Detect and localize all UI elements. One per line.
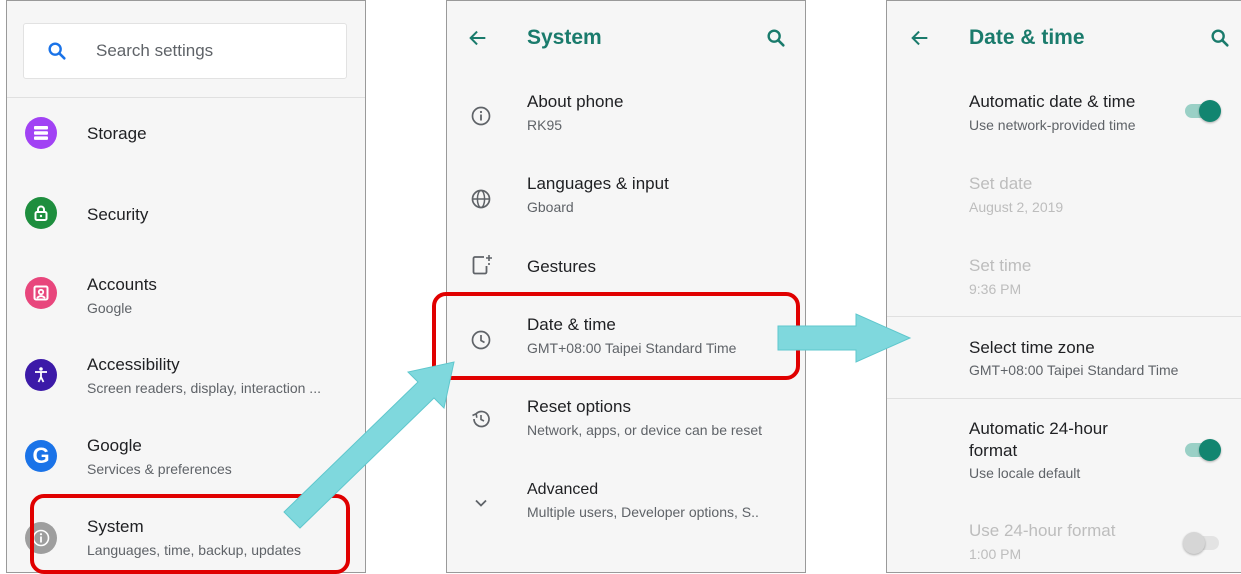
setting-label-line1: Automatic 24-hour bbox=[969, 419, 1108, 438]
auto-date-time-toggle[interactable] bbox=[1185, 100, 1221, 122]
setting-label: Select time zone bbox=[969, 338, 1095, 357]
system-panel: System About phone RK95 Languages & inpu… bbox=[446, 0, 806, 573]
setting-subtitle: August 2, 2019 bbox=[969, 199, 1064, 215]
system-item-subtitle: Gboard bbox=[527, 199, 574, 215]
use-24-hour-setting: Use 24-hour format 1:00 PM bbox=[887, 513, 1241, 572]
system-item-about-phone[interactable]: About phone RK95 bbox=[447, 85, 805, 151]
settings-item-subtitle: Google bbox=[87, 300, 133, 316]
setting-label: Set date bbox=[969, 174, 1033, 193]
system-item-advanced[interactable]: Advanced Multiple users, Developer optio… bbox=[447, 471, 805, 537]
globe-icon bbox=[471, 189, 491, 209]
account-box-icon bbox=[25, 277, 57, 309]
gestures-icon bbox=[472, 255, 492, 275]
settings-item-label: Security bbox=[87, 205, 149, 224]
set-date-setting: Set date August 2, 2019 bbox=[887, 167, 1241, 233]
settings-item-google[interactable]: G Google Services & preferences bbox=[7, 426, 365, 490]
settings-item-subtitle: Services & preferences bbox=[87, 461, 232, 477]
divider bbox=[887, 316, 1241, 317]
auto-24-hour-setting[interactable]: Automatic 24-hour format Use locale defa… bbox=[887, 411, 1241, 491]
system-item-label: Advanced bbox=[527, 481, 599, 498]
search-icon[interactable] bbox=[765, 27, 787, 49]
auto-date-time-setting[interactable]: Automatic date & time Use network-provid… bbox=[887, 85, 1241, 151]
chevron-down-icon bbox=[475, 499, 487, 507]
select-time-zone-setting[interactable]: Select time zone GMT+08:00 Taipei Standa… bbox=[887, 331, 1241, 397]
page-title: Date & time bbox=[969, 26, 1085, 49]
search-placeholder: Search settings bbox=[96, 41, 214, 60]
datetime-panel: Date & time Automatic date & time Use ne… bbox=[886, 0, 1241, 573]
back-arrow-icon[interactable] bbox=[467, 27, 489, 49]
search-input[interactable]: Search settings bbox=[23, 23, 347, 79]
auto-24-hour-toggle[interactable] bbox=[1185, 439, 1221, 461]
setting-label: Automatic date & time bbox=[969, 92, 1136, 111]
system-item-label: About phone bbox=[527, 92, 624, 111]
system-item-languages[interactable]: Languages & input Gboard bbox=[447, 167, 805, 233]
settings-item-label: Accounts bbox=[87, 275, 157, 294]
app-bar: System bbox=[447, 1, 805, 77]
system-item-reset-options[interactable]: Reset options Network, apps, or device c… bbox=[447, 387, 805, 453]
setting-subtitle: Use network-provided time bbox=[969, 117, 1136, 133]
system-item-subtitle: RK95 bbox=[527, 117, 563, 133]
system-item-label: Reset options bbox=[527, 397, 631, 416]
divider bbox=[887, 398, 1241, 399]
system-item-subtitle: Network, apps, or device can be reset bbox=[527, 422, 763, 438]
setting-subtitle: GMT+08:00 Taipei Standard Time bbox=[969, 362, 1179, 378]
page-title: System bbox=[527, 26, 602, 49]
storage-icon bbox=[25, 117, 57, 149]
setting-subtitle: 9:36 PM bbox=[969, 281, 1022, 297]
setting-label: Set time bbox=[969, 256, 1032, 275]
system-item-gestures[interactable]: Gestures bbox=[447, 243, 805, 291]
search-icon bbox=[48, 42, 66, 60]
settings-item-label: Google bbox=[87, 436, 142, 455]
settings-item-storage[interactable]: Storage bbox=[7, 103, 365, 163]
back-arrow-icon[interactable] bbox=[909, 27, 931, 49]
search-icon[interactable] bbox=[1209, 27, 1231, 49]
settings-item-security[interactable]: Security bbox=[7, 183, 365, 243]
setting-label-line2: format bbox=[969, 441, 1018, 460]
system-item-label: Gestures bbox=[527, 257, 596, 276]
app-bar: Date & time bbox=[887, 1, 1241, 77]
setting-label: Use 24-hour format bbox=[969, 521, 1116, 540]
restore-icon bbox=[472, 410, 490, 428]
settings-item-label: Storage bbox=[87, 124, 147, 143]
highlight-system bbox=[30, 494, 350, 574]
system-item-subtitle: Multiple users, Developer options, S.. bbox=[527, 504, 759, 520]
system-item-label: Languages & input bbox=[527, 174, 669, 193]
settings-item-label: Accessibility bbox=[87, 355, 180, 374]
setting-subtitle: Use locale default bbox=[969, 465, 1081, 481]
settings-panel: Search settings Storage Security Account… bbox=[6, 0, 366, 573]
settings-item-accessibility[interactable]: Accessibility Screen readers, display, i… bbox=[7, 345, 365, 409]
accessibility-icon bbox=[25, 359, 57, 391]
settings-item-accounts[interactable]: Accounts Google bbox=[7, 263, 365, 327]
use-24-hour-toggle bbox=[1183, 532, 1219, 554]
info-outline-icon bbox=[471, 106, 491, 126]
set-time-setting: Set time 9:36 PM bbox=[887, 249, 1241, 315]
search-area: Search settings bbox=[7, 1, 365, 98]
settings-item-subtitle: Screen readers, display, interaction ... bbox=[87, 380, 321, 396]
google-icon: G bbox=[25, 440, 57, 472]
lock-icon bbox=[25, 197, 57, 229]
setting-subtitle: 1:00 PM bbox=[969, 546, 1022, 562]
highlight-date-time bbox=[432, 292, 800, 380]
